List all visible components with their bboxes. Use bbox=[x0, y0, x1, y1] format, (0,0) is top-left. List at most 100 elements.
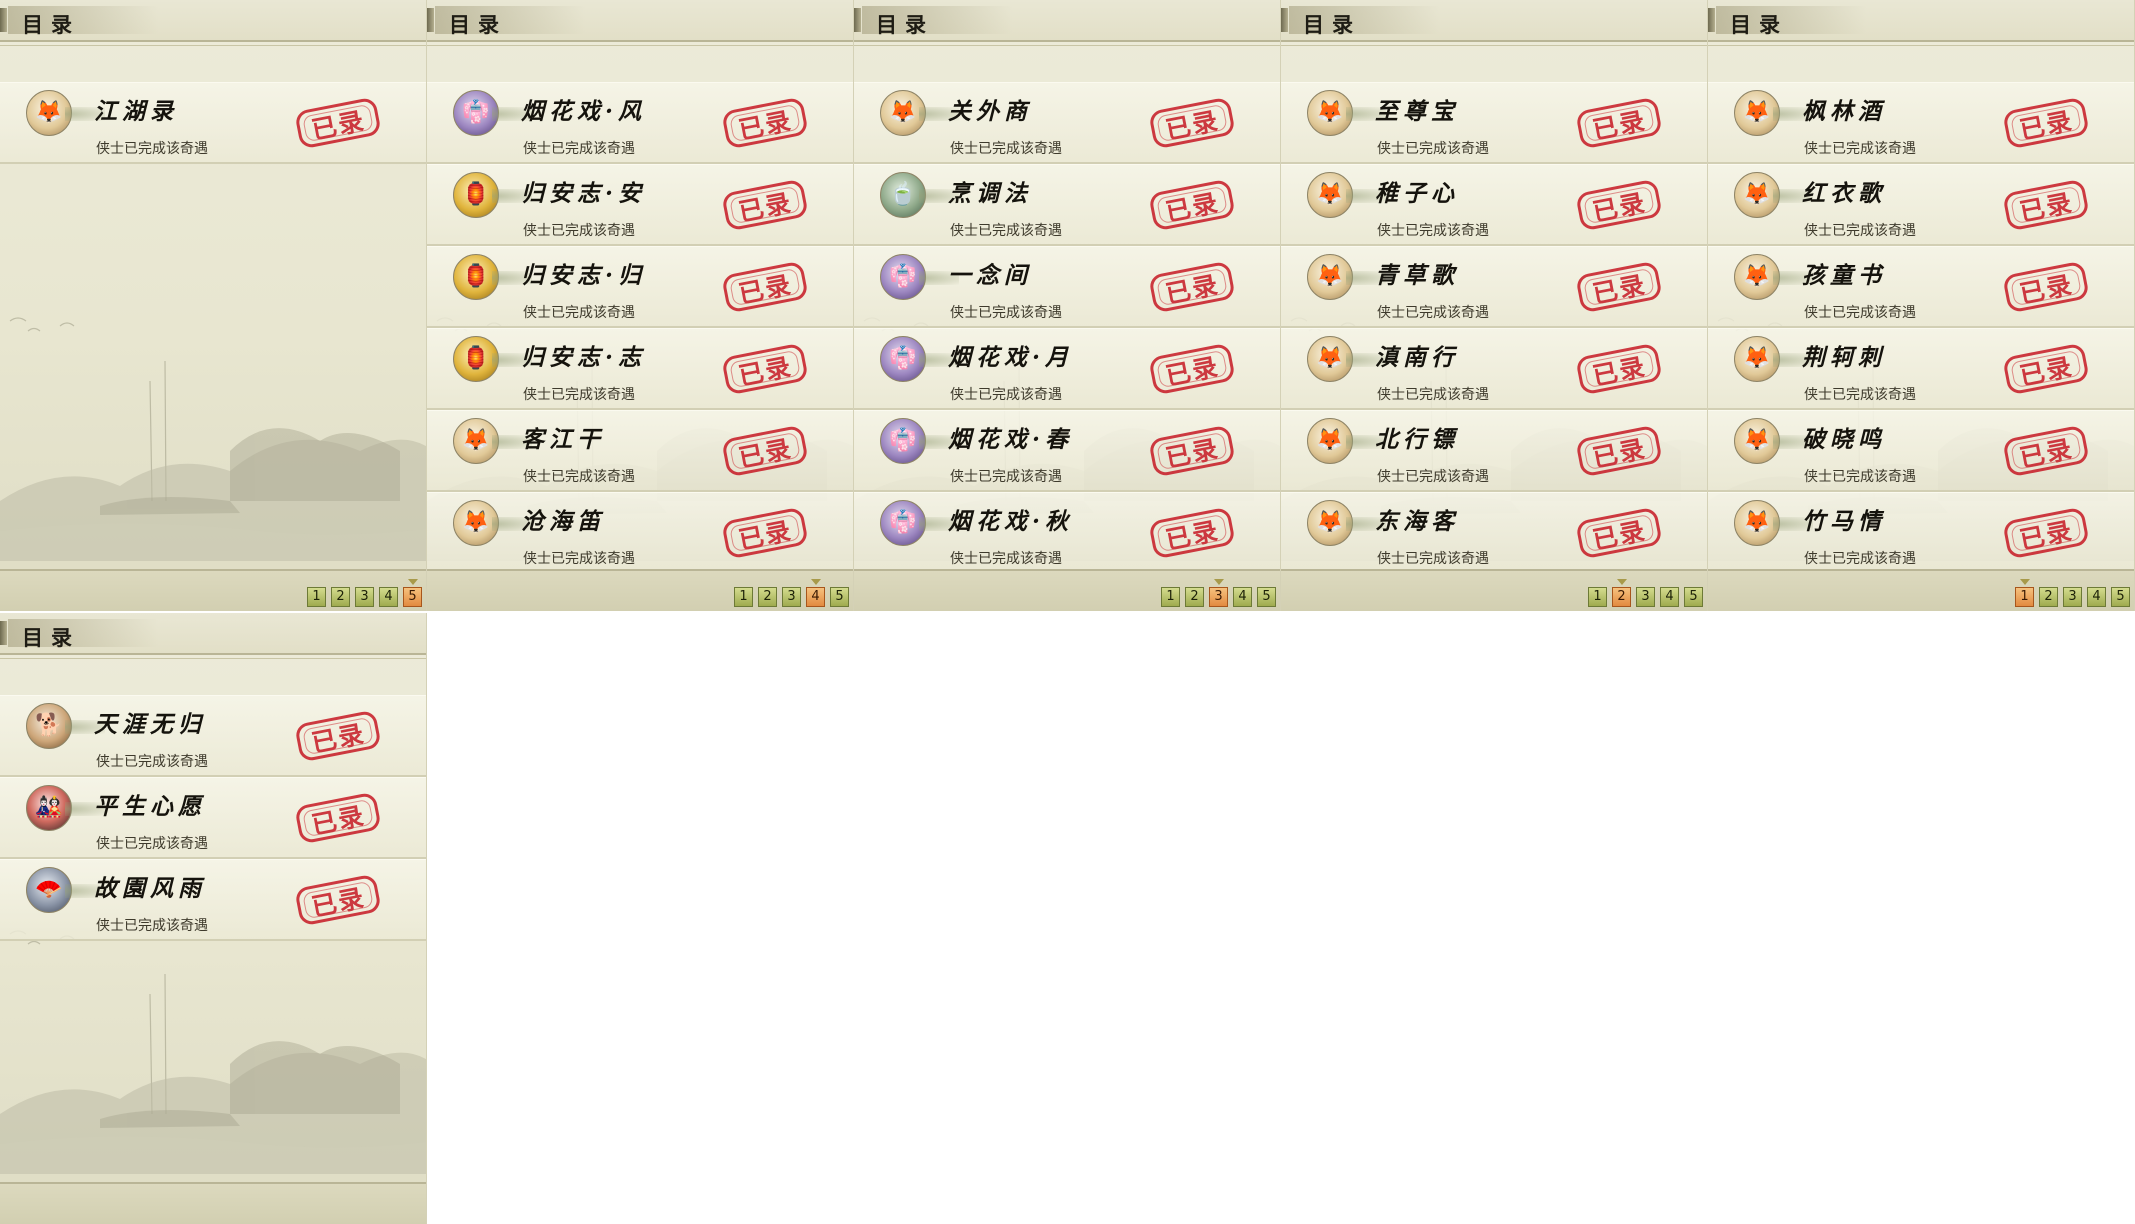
adventure-list-item[interactable]: 👘 烟花戏·风 侠士已完成该奇遇 已录 bbox=[427, 82, 853, 164]
adventure-list-item[interactable]: 🦊 孩童书 侠士已完成该奇遇 已录 bbox=[1708, 246, 2134, 328]
completed-stamp: 已录 bbox=[721, 96, 809, 150]
adventure-title: 客江干 bbox=[521, 426, 605, 453]
girl-icon: 👘 bbox=[880, 418, 959, 464]
fox-icon: 🦊 bbox=[1307, 254, 1386, 300]
adventure-list-item[interactable]: 👘 烟花戏·月 侠士已完成该奇遇 已录 bbox=[854, 328, 1280, 410]
adventure-list-item[interactable]: 🦊 破晓鸣 侠士已完成该奇遇 已录 bbox=[1708, 410, 2134, 492]
adventure-list-item[interactable]: 🪭 故園风雨 侠士已完成该奇遇 已录 bbox=[0, 859, 426, 941]
adventure-title: 枫林酒 bbox=[1802, 98, 1886, 125]
catalog-panel: 目录 🦊 江湖录 侠士已完成该奇遇 已录 12345 bbox=[0, 0, 427, 611]
adventure-status-text: 侠士已完成该奇遇 bbox=[1804, 141, 1916, 157]
adventure-title: 孩童书 bbox=[1802, 262, 1886, 289]
adventure-list-item[interactable]: 🏮 归安志·志 侠士已完成该奇遇 已录 bbox=[427, 328, 853, 410]
completed-stamp: 已录 bbox=[294, 709, 382, 763]
adventure-list-item[interactable]: 🦊 滇南行 侠士已完成该奇遇 已录 bbox=[1281, 328, 1707, 410]
page-button-1[interactable]: 1 bbox=[2015, 579, 2034, 607]
page-button-3[interactable]: 3 bbox=[782, 587, 801, 607]
adventure-list-item[interactable]: 🦊 竹马情 侠士已完成该奇遇 已录 bbox=[1708, 492, 2134, 574]
page-button-2[interactable]: 2 bbox=[1612, 579, 1631, 607]
adventure-list-item[interactable]: 🏮 归安志·安 侠士已完成该奇遇 已录 bbox=[427, 164, 853, 246]
page-button-4[interactable]: 4 bbox=[806, 579, 825, 607]
adventure-status-text: 侠士已完成该奇遇 bbox=[1804, 305, 1916, 321]
page-button-3[interactable]: 3 bbox=[1209, 579, 1228, 607]
page-button-4[interactable]: 4 bbox=[379, 587, 398, 607]
adventure-title: 荆轲刺 bbox=[1802, 344, 1886, 371]
adventure-list-item[interactable]: 🦊 东海客 侠士已完成该奇遇 已录 bbox=[1281, 492, 1707, 574]
adventure-list-item[interactable]: 🦊 江湖录 侠士已完成该奇遇 已录 bbox=[0, 82, 426, 164]
page-button-3[interactable]: 3 bbox=[2063, 587, 2082, 607]
page-button-5[interactable]: 5 bbox=[1684, 587, 1703, 607]
completed-stamp: 已录 bbox=[1148, 506, 1236, 560]
adventure-list-item[interactable]: 🦊 青草歌 侠士已完成该奇遇 已录 bbox=[1281, 246, 1707, 328]
girl-icon: 👘 bbox=[880, 254, 959, 300]
gold-figure-icon: 🏮 bbox=[453, 336, 532, 382]
page-button-4[interactable]: 4 bbox=[2087, 587, 2106, 607]
adventure-status-text: 侠士已完成该奇遇 bbox=[1377, 469, 1489, 485]
adventure-list: 👘 烟花戏·风 侠士已完成该奇遇 已录 🏮 归安志·安 侠士已完成该奇遇 已录 … bbox=[427, 82, 853, 574]
adventure-status-text: 侠士已完成该奇遇 bbox=[96, 141, 208, 157]
panel-title: 目录 bbox=[1730, 12, 1788, 37]
adventure-title: 破晓鸣 bbox=[1802, 426, 1886, 453]
page-button-1[interactable]: 1 bbox=[734, 587, 753, 607]
page-button-3[interactable]: 3 bbox=[355, 587, 374, 607]
adventure-list-item[interactable]: 🦊 客江干 侠士已完成该奇遇 已录 bbox=[427, 410, 853, 492]
page-button-1[interactable]: 1 bbox=[1161, 587, 1180, 607]
adventure-list-item[interactable]: 👘 一念间 侠士已完成该奇遇 已录 bbox=[854, 246, 1280, 328]
adventure-title: 滇南行 bbox=[1375, 344, 1459, 371]
adventure-list: 🦊 枫林酒 侠士已完成该奇遇 已录 🦊 红衣歌 侠士已完成该奇遇 已录 🦊 孩童… bbox=[1708, 82, 2134, 574]
adventure-list-item[interactable]: 🏮 归安志·归 侠士已完成该奇遇 已录 bbox=[427, 246, 853, 328]
adventure-list-item[interactable]: 🦊 红衣歌 侠士已完成该奇遇 已录 bbox=[1708, 164, 2134, 246]
completed-stamp: 已录 bbox=[1148, 342, 1236, 396]
adventure-list-item[interactable]: 🦊 枫林酒 侠士已完成该奇遇 已录 bbox=[1708, 82, 2134, 164]
completed-stamp: 已录 bbox=[2002, 342, 2090, 396]
page-button-4[interactable]: 4 bbox=[1233, 587, 1252, 607]
page-button-5[interactable]: 5 bbox=[1257, 587, 1276, 607]
fox-icon: 🦊 bbox=[26, 90, 105, 136]
page-button-1[interactable]: 1 bbox=[1588, 587, 1607, 607]
adventure-title: 一念间 bbox=[948, 262, 1032, 289]
adventure-list-item[interactable]: 👘 烟花戏·秋 侠士已完成该奇遇 已录 bbox=[854, 492, 1280, 574]
completed-stamp: 已录 bbox=[1575, 178, 1663, 232]
fox-icon: 🦊 bbox=[453, 500, 532, 546]
adventure-list-item[interactable]: 🦊 至尊宝 侠士已完成该奇遇 已录 bbox=[1281, 82, 1707, 164]
panel-footer bbox=[0, 1182, 426, 1224]
header-marker bbox=[0, 8, 7, 32]
header-marker bbox=[0, 621, 7, 645]
catalog-panel: 目录 👘 烟花戏·风 侠士已完成该奇遇 已录 🏮 归安志·安 侠士已完成该奇遇 … bbox=[427, 0, 854, 611]
adventure-list: 🦊 至尊宝 侠士已完成该奇遇 已录 🦊 稚子心 侠士已完成该奇遇 已录 🦊 青草… bbox=[1281, 82, 1707, 574]
adventure-title: 故園风雨 bbox=[94, 875, 206, 902]
page-button-1[interactable]: 1 bbox=[307, 587, 326, 607]
adventure-list-item[interactable]: 👘 烟花戏·春 侠士已完成该奇遇 已录 bbox=[854, 410, 1280, 492]
adventure-title: 稚子心 bbox=[1375, 180, 1459, 207]
page-button-5[interactable]: 5 bbox=[2111, 587, 2130, 607]
page-button-2[interactable]: 2 bbox=[331, 587, 350, 607]
fox-icon: 🦊 bbox=[1734, 90, 1813, 136]
page-button-4[interactable]: 4 bbox=[1660, 587, 1679, 607]
jade-icon: 🍵 bbox=[880, 172, 959, 218]
adventure-list-item[interactable]: 🍵 烹调法 侠士已完成该奇遇 已录 bbox=[854, 164, 1280, 246]
adventure-list-item[interactable]: 🦊 北行镖 侠士已完成该奇遇 已录 bbox=[1281, 410, 1707, 492]
page-button-2[interactable]: 2 bbox=[2039, 587, 2058, 607]
panel-footer: 12345 bbox=[1281, 569, 1707, 611]
adventure-list-item[interactable]: 🐕 天涯无归 侠士已完成该奇遇 已录 bbox=[0, 695, 426, 777]
page-button-5[interactable]: 5 bbox=[403, 579, 422, 607]
adventure-list-item[interactable]: 🦊 稚子心 侠士已完成该奇遇 已录 bbox=[1281, 164, 1707, 246]
completed-stamp: 已录 bbox=[1575, 424, 1663, 478]
fox-icon: 🦊 bbox=[880, 90, 959, 136]
panel-footer: 12345 bbox=[0, 569, 426, 611]
fan-icon: 🪭 bbox=[26, 867, 105, 913]
adventure-list-item[interactable]: 🦊 关外商 侠士已完成该奇遇 已录 bbox=[854, 82, 1280, 164]
adventure-list-item[interactable]: 🦊 沧海笛 侠士已完成该奇遇 已录 bbox=[427, 492, 853, 574]
fox-icon: 🦊 bbox=[1734, 336, 1813, 382]
adventure-list-item[interactable]: 🎎 平生心愿 侠士已完成该奇遇 已录 bbox=[0, 777, 426, 859]
adventure-title: 归安志·归 bbox=[521, 262, 647, 289]
completed-stamp: 已录 bbox=[1148, 424, 1236, 478]
adventure-status-text: 侠士已完成该奇遇 bbox=[950, 387, 1062, 403]
page-button-3[interactable]: 3 bbox=[1636, 587, 1655, 607]
panel-header: 目录 bbox=[854, 0, 1280, 46]
page-button-2[interactable]: 2 bbox=[758, 587, 777, 607]
page-button-5[interactable]: 5 bbox=[830, 587, 849, 607]
adventure-list-item[interactable]: 🦊 荆轲刺 侠士已完成该奇遇 已录 bbox=[1708, 328, 2134, 410]
page-button-2[interactable]: 2 bbox=[1185, 587, 1204, 607]
adventure-title: 归安志·志 bbox=[521, 344, 647, 371]
